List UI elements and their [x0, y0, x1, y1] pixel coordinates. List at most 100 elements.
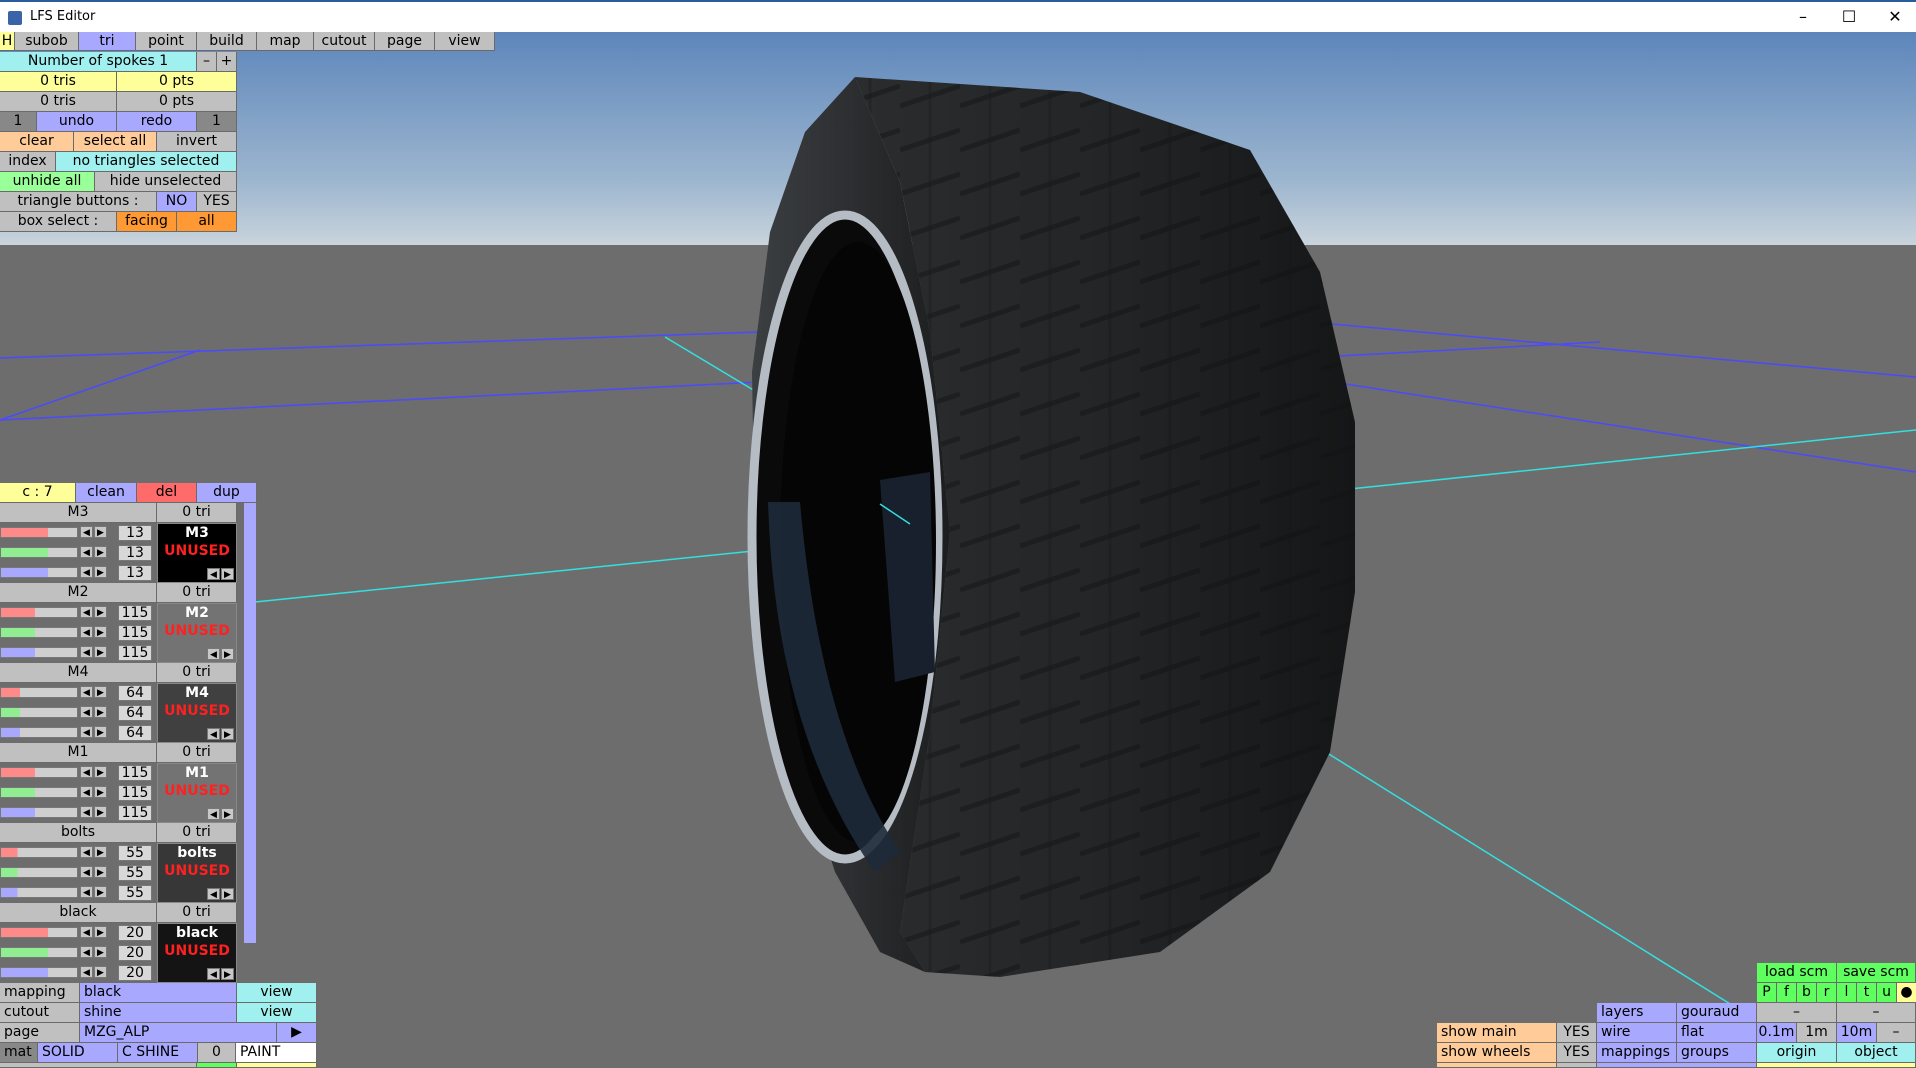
materials-delete-button[interactable]: del [137, 483, 197, 503]
materials-scrollbar[interactable] [244, 503, 256, 943]
material-name[interactable]: M1 [0, 743, 157, 763]
material-channel-arrows[interactable]: ◀▶ [80, 566, 108, 579]
material-name[interactable]: M2 [0, 583, 157, 603]
arrow-left-icon[interactable]: ◀ [80, 866, 93, 878]
cutout-view-button[interactable]: view [237, 1003, 317, 1023]
wire-button[interactable]: wire [1597, 1023, 1677, 1043]
material-channel-slider[interactable] [0, 867, 78, 878]
arrow-right-icon[interactable]: ▶ [94, 846, 107, 858]
groups-button[interactable]: groups [1677, 1043, 1757, 1063]
maximize-button[interactable]: ☐ [1826, 2, 1872, 32]
material-channel-value[interactable]: 55 [118, 865, 152, 881]
save-scm-button[interactable]: save scm [1837, 963, 1916, 983]
view-flag-toggle[interactable]: f [1777, 983, 1797, 1003]
material-channel-arrows[interactable]: ◀▶ [80, 766, 108, 779]
arrow-right-icon[interactable]: ▶ [94, 566, 107, 578]
arrow-left-icon[interactable]: ◀ [80, 946, 93, 958]
menu-map[interactable]: map [257, 32, 314, 51]
arrow-right-icon[interactable]: ▶ [94, 546, 107, 558]
page-next-button[interactable]: ▶ [277, 1023, 317, 1043]
menu-tri[interactable]: tri [79, 32, 136, 51]
arrow-right-icon[interactable]: ▶ [94, 786, 107, 798]
arrow-left-icon[interactable]: ◀ [80, 846, 93, 858]
material-channel-arrows[interactable]: ◀▶ [80, 706, 108, 719]
view-flag-toggle[interactable]: r [1817, 983, 1837, 1003]
material-name[interactable]: black [0, 903, 157, 923]
material-channel-arrows[interactable]: ◀▶ [80, 526, 108, 539]
material-channel-slider[interactable] [0, 807, 78, 818]
redo-button[interactable]: redo [117, 112, 197, 132]
arrow-left-icon[interactable]: ◀ [80, 966, 93, 978]
material-channel-value[interactable]: 55 [118, 845, 152, 861]
box-select-all[interactable]: all [177, 212, 237, 232]
arrow-right-icon[interactable]: ▶ [94, 726, 107, 738]
arrow-left-icon[interactable]: ◀ [80, 886, 93, 898]
arrow-left-icon[interactable]: ◀ [207, 728, 220, 740]
material-preview-arrows[interactable]: ◀ ▶ [207, 648, 235, 661]
material-channel-arrows[interactable]: ◀▶ [80, 806, 108, 819]
material-channel-slider[interactable] [0, 767, 78, 778]
material-channel-slider[interactable] [0, 627, 78, 638]
arrow-right-icon[interactable]: ▶ [94, 926, 107, 938]
arrow-left-icon[interactable]: ◀ [80, 626, 93, 638]
select-all-button[interactable]: select all [74, 132, 157, 152]
material-channel-slider[interactable] [0, 967, 78, 978]
flat-button[interactable]: flat [1677, 1023, 1757, 1043]
material-channel-slider[interactable] [0, 787, 78, 798]
material-channel-arrows[interactable]: ◀▶ [80, 786, 108, 799]
material-preview-arrows[interactable]: ◀ ▶ [207, 808, 235, 821]
page-select[interactable]: MZG_ALP [80, 1023, 277, 1043]
arrow-right-icon[interactable]: ▶ [221, 648, 234, 660]
arrow-right-icon[interactable]: ▶ [221, 808, 234, 820]
materials-duplicate-button[interactable]: dup [197, 483, 257, 503]
material-channel-arrows[interactable]: ◀▶ [80, 626, 108, 639]
arrow-right-icon[interactable]: ▶ [94, 526, 107, 538]
arrow-left-icon[interactable]: ◀ [80, 926, 93, 938]
material-channel-value[interactable]: 20 [118, 925, 152, 941]
minimize-button[interactable]: – [1780, 2, 1826, 32]
dash-button-1[interactable]: – [1757, 1003, 1837, 1023]
arrow-left-icon[interactable]: ◀ [207, 568, 220, 580]
material-channel-slider[interactable] [0, 707, 78, 718]
cutout-select[interactable]: shine [80, 1003, 237, 1023]
material-channel-value[interactable]: 20 [118, 965, 152, 981]
material-name[interactable]: M3 [0, 503, 157, 523]
view-flag-toggle[interactable]: b [1797, 983, 1817, 1003]
materials-clean-button[interactable]: clean [76, 483, 137, 503]
arrow-left-icon[interactable]: ◀ [80, 526, 93, 538]
arrow-left-icon[interactable]: ◀ [80, 766, 93, 778]
mat-solid-button[interactable]: SOLID [38, 1043, 118, 1063]
material-channel-value[interactable]: 115 [118, 645, 152, 661]
arrow-left-icon[interactable]: ◀ [80, 646, 93, 658]
layers-button[interactable]: layers [1597, 1003, 1677, 1023]
material-channel-arrows[interactable]: ◀▶ [80, 946, 108, 959]
arrow-right-icon[interactable]: ▶ [94, 946, 107, 958]
box-select-facing[interactable]: facing [117, 212, 177, 232]
arrow-left-icon[interactable]: ◀ [80, 566, 93, 578]
material-channel-slider[interactable] [0, 927, 78, 938]
material-channel-arrows[interactable]: ◀▶ [80, 646, 108, 659]
material-channel-value[interactable]: 20 [118, 945, 152, 961]
origin-button[interactable]: origin [1757, 1043, 1837, 1063]
arrow-right-icon[interactable]: ▶ [94, 606, 107, 618]
material-channel-slider[interactable] [0, 847, 78, 858]
triangle-buttons-yes[interactable]: YES [197, 192, 237, 212]
material-channel-value[interactable]: 115 [118, 605, 152, 621]
material-channel-arrows[interactable]: ◀▶ [80, 926, 108, 939]
arrow-right-icon[interactable]: ▶ [94, 806, 107, 818]
arrow-right-icon[interactable]: ▶ [94, 706, 107, 718]
menu-point[interactable]: point [136, 32, 197, 51]
grid-1m-button[interactable]: 1m [1797, 1023, 1837, 1043]
menu-subob[interactable]: subob [15, 32, 79, 51]
material-channel-slider[interactable] [0, 727, 78, 738]
clear-button[interactable]: clear [0, 132, 74, 152]
material-channel-value[interactable]: 64 [118, 685, 152, 701]
mapping-select[interactable]: black [80, 983, 237, 1003]
menu-cutout[interactable]: cutout [314, 32, 375, 51]
view-flag-toggle[interactable]: P [1757, 983, 1777, 1003]
arrow-left-icon[interactable]: ◀ [207, 648, 220, 660]
arrow-left-icon[interactable]: ◀ [80, 606, 93, 618]
arrow-left-icon[interactable]: ◀ [207, 888, 220, 900]
material-preview-arrows[interactable]: ◀ ▶ [207, 728, 235, 741]
undo-button[interactable]: undo [37, 112, 117, 132]
